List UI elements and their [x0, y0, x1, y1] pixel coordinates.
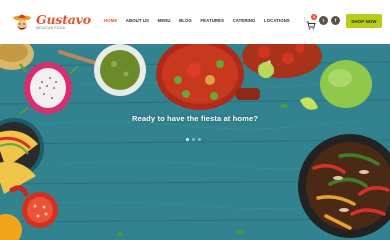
- slider-dot-1[interactable]: [186, 138, 189, 141]
- hero-title: Ready to have the fiesta at home?: [131, 114, 259, 123]
- slider-dot-3[interactable]: [198, 138, 201, 141]
- nav-item-home[interactable]: HOME: [104, 18, 117, 23]
- shopping-cart-icon[interactable]: 0: [306, 14, 317, 30]
- nav-item-blog[interactable]: BLOG: [179, 18, 192, 23]
- hero-slider: Ready to have the fiesta at home?: [0, 44, 390, 240]
- site-header: Gustavo MEXICAN FOOD HOME ABOUT US MENU …: [0, 0, 390, 44]
- brand-tagline: MEXICAN FOOD: [36, 26, 66, 30]
- nav-item-locations[interactable]: LOCATIONS: [264, 18, 290, 23]
- slider-dot-2[interactable]: [192, 138, 195, 141]
- brand-name: Gustavo: [36, 11, 91, 27]
- shop-now-button[interactable]: SHOP NOW: [346, 14, 382, 28]
- slider-pagination: [186, 138, 204, 141]
- facebook-icon[interactable]: f: [331, 16, 340, 25]
- brand-logo[interactable]: Gustavo MEXICAN FOOD: [11, 9, 91, 35]
- main-nav: HOME ABOUT US MENU BLOG FEATURES CATERIN…: [104, 17, 307, 23]
- nav-item-menu[interactable]: MENU: [158, 18, 171, 23]
- twitter-icon[interactable]: t: [319, 16, 328, 25]
- nav-item-about-us[interactable]: ABOUT US: [126, 18, 149, 23]
- nav-item-catering[interactable]: CATERING: [233, 18, 256, 23]
- sombrero-logo-icon: [11, 11, 33, 33]
- cart-count-badge: 0: [311, 14, 317, 20]
- nav-item-features[interactable]: FEATURES: [200, 18, 224, 23]
- hero-food-table-image: [0, 44, 390, 240]
